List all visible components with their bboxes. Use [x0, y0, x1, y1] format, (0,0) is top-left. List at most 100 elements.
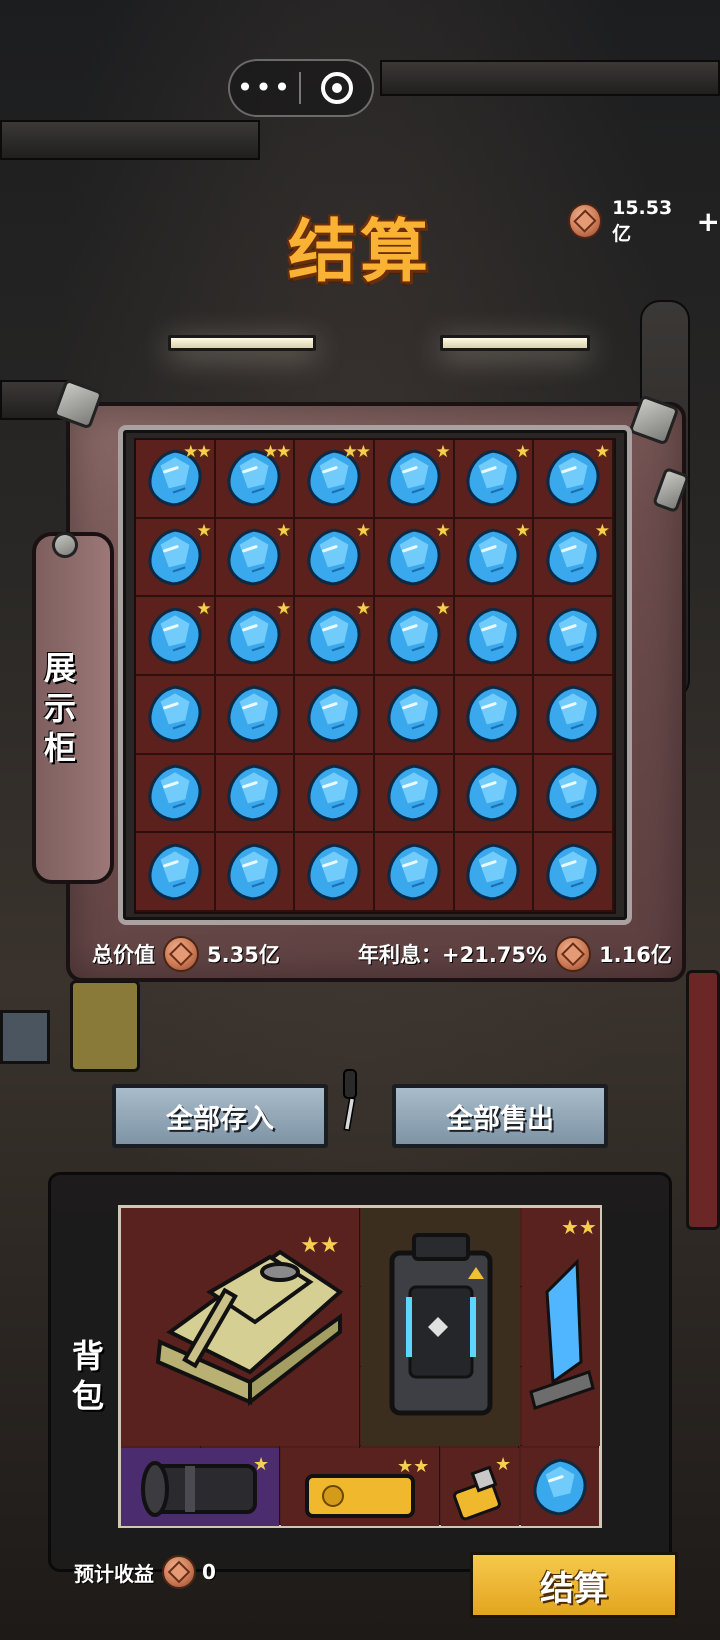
star-rating: ★★	[183, 442, 212, 462]
star-rating: ★	[355, 599, 371, 620]
lighter-icon: ★	[453, 1454, 511, 1521]
display-slot[interactable]: ★	[374, 440, 455, 519]
sell-all-button[interactable]: 全部售出	[392, 1084, 608, 1148]
blue-gem-icon	[387, 685, 441, 743]
star-rating: ★	[276, 520, 291, 541]
display-slot[interactable]: ★	[215, 597, 296, 676]
blue-gem-icon	[546, 607, 600, 665]
display-slot[interactable]: ★	[374, 597, 455, 676]
display-slot[interactable]	[374, 675, 455, 755]
display-slot[interactable]	[534, 675, 614, 755]
settle-button[interactable]: 结算	[470, 1552, 678, 1618]
star-rating: ★	[435, 599, 450, 620]
display-grid: ★★ ★★ ★★ ★ ★ ★ ★ ★ ★ ★ ★ ★ ★ ★ ★ ★	[134, 438, 616, 914]
blue-gem-icon	[466, 685, 521, 743]
estimated-earnings: 预计收益 0	[74, 1552, 216, 1592]
display-slot[interactable]	[454, 675, 535, 755]
backpack-item-camera-lens[interactable]: ★	[121, 1448, 279, 1526]
display-slot[interactable]: ★	[534, 440, 614, 519]
svg-text:★★: ★★	[397, 1456, 429, 1477]
star-rating: ★	[276, 599, 291, 620]
display-slot[interactable]	[215, 754, 296, 834]
display-slot[interactable]	[215, 833, 296, 912]
display-slot[interactable]: ★	[374, 518, 455, 598]
blue-gem-icon	[307, 764, 361, 822]
tank-icon: ★★	[155, 1233, 344, 1407]
interest-amount: 1.16亿	[599, 943, 672, 967]
star-rating: ★★	[262, 442, 292, 462]
svg-text:★★: ★★	[561, 1215, 597, 1239]
display-slot[interactable]: ★	[136, 597, 216, 676]
display-slot[interactable]	[454, 754, 535, 834]
total-value-amount: 5.35亿	[207, 943, 280, 967]
blue-gem-icon	[466, 764, 521, 822]
display-slot[interactable]: ★	[215, 518, 296, 598]
star-rating: ★	[435, 442, 450, 462]
display-slot[interactable]: ★	[136, 518, 216, 598]
display-slot[interactable]: ★	[534, 518, 614, 598]
display-slot[interactable]	[295, 675, 375, 755]
add-coins-button[interactable]: +	[697, 205, 720, 238]
blue-gem-icon	[307, 843, 361, 901]
coin-icon	[163, 936, 199, 972]
blue-gem-icon	[227, 685, 282, 743]
star-rating: ★	[196, 599, 211, 620]
display-slot[interactable]: ★	[295, 597, 375, 676]
star-rating: ★	[515, 520, 530, 541]
display-slot[interactable]: ★★	[215, 440, 296, 519]
estimated-earnings-value: 0	[202, 1560, 216, 1584]
blue-gem-icon	[466, 843, 521, 901]
star-rating: ★	[435, 520, 450, 541]
display-slot[interactable]	[534, 597, 614, 676]
power-case-icon	[389, 1233, 492, 1416]
floor-box	[0, 1010, 50, 1064]
backpack-item-power-case[interactable]	[361, 1208, 520, 1446]
coin-icon	[555, 936, 592, 972]
display-slot[interactable]	[215, 675, 296, 755]
ceiling-lamp	[168, 335, 316, 351]
display-slot[interactable]	[454, 597, 535, 676]
display-slot[interactable]: ★	[295, 518, 375, 598]
star-rating: ★	[355, 520, 371, 541]
display-slot[interactable]	[534, 833, 614, 912]
display-slot[interactable]: ★★	[295, 440, 375, 519]
backpack-item-crystal-trophy[interactable]: ★★	[522, 1208, 600, 1446]
display-slot[interactable]	[454, 833, 535, 912]
svg-text:★: ★	[253, 1454, 269, 1475]
blue-gem-icon	[546, 764, 600, 822]
deposit-all-button[interactable]: 全部存入	[112, 1084, 328, 1148]
interest-row: 年利息：+21.75% 1.16亿	[358, 934, 672, 974]
display-cabinet-label: 展 示 柜	[43, 649, 76, 767]
more-icon[interactable]: •••	[230, 74, 299, 102]
display-slot[interactable]: ★★	[136, 440, 216, 519]
coin-icon	[162, 1555, 196, 1589]
blue-gem-icon	[387, 764, 441, 822]
display-slot[interactable]	[374, 754, 455, 834]
display-slot[interactable]	[136, 833, 216, 912]
display-slot[interactable]: ★	[454, 518, 535, 598]
star-rating: ★	[515, 442, 530, 462]
display-slot[interactable]: ★	[454, 440, 535, 519]
estimated-earnings-label: 预计收益	[74, 1561, 154, 1586]
blue-gem-icon	[148, 764, 202, 822]
backpack-item-gold-bar[interactable]: ★★	[281, 1448, 439, 1526]
backpack-label: 背 包	[71, 1337, 104, 1415]
display-slot[interactable]	[136, 675, 216, 755]
close-target-button[interactable]	[301, 72, 372, 104]
mini-program-capsule: •••	[228, 59, 374, 117]
coin-balance: 15.53亿 +	[568, 197, 720, 245]
backpack-item-tank[interactable]: ★★	[121, 1208, 359, 1446]
svg-text:★: ★	[495, 1454, 511, 1475]
star-rating: ★	[196, 520, 211, 541]
display-slot[interactable]	[374, 833, 455, 912]
display-slot[interactable]	[295, 754, 375, 834]
display-slot[interactable]	[136, 754, 216, 834]
star-rating: ★★	[342, 442, 372, 462]
backpack-item-lighter[interactable]: ★	[441, 1448, 519, 1526]
coin-icon	[568, 203, 603, 239]
display-slot[interactable]	[534, 754, 614, 834]
svg-text:★★: ★★	[300, 1233, 339, 1258]
display-slot[interactable]	[295, 833, 375, 912]
balance-amount: 15.53亿	[612, 196, 673, 245]
backpack-item-blue-gem[interactable]	[521, 1448, 599, 1526]
